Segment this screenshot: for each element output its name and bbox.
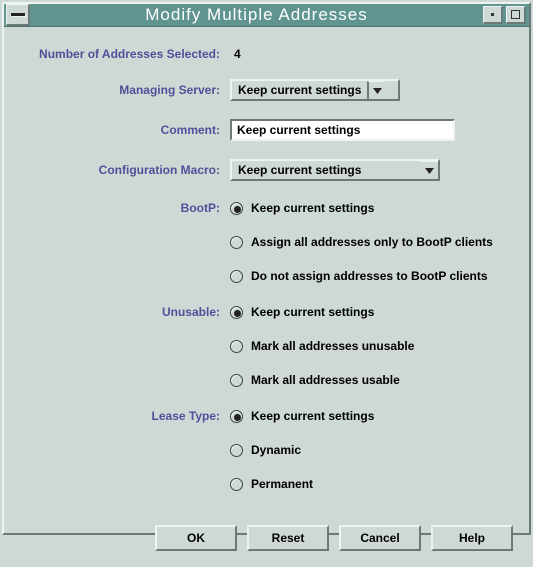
server-value: Keep current settings	[232, 83, 367, 97]
titlebar: Modify Multiple Addresses	[4, 4, 529, 27]
radio-icon	[230, 478, 243, 491]
radio-icon	[230, 236, 243, 249]
radio-label: Permanent	[251, 477, 313, 491]
radio-icon	[230, 374, 243, 387]
reset-button[interactable]: Reset	[247, 525, 329, 551]
dropdown-arrow-icon	[367, 81, 385, 99]
dropdown-arrow-icon	[420, 161, 438, 179]
unusable-option[interactable]: Keep current settings	[230, 303, 414, 321]
macro-label: Configuration Macro:	[16, 163, 230, 177]
unusable-option[interactable]: Mark all addresses unusable	[230, 337, 414, 355]
count-value: 4	[234, 47, 241, 61]
radio-label: Keep current settings	[251, 201, 374, 215]
radio-label: Keep current settings	[251, 409, 374, 423]
comment-label: Comment:	[16, 123, 230, 137]
ok-button[interactable]: OK	[155, 525, 237, 551]
macro-value: Keep current settings	[232, 163, 420, 177]
config-macro-dropdown[interactable]: Keep current settings	[230, 159, 440, 181]
maximize-button[interactable]	[506, 6, 526, 24]
macro-row: Configuration Macro: Keep current settin…	[16, 159, 517, 181]
bootp-option[interactable]: Assign all addresses only to BootP clien…	[230, 233, 493, 251]
comment-row: Comment:	[16, 119, 517, 141]
server-row: Managing Server: Keep current settings	[16, 79, 517, 101]
bootp-option[interactable]: Keep current settings	[230, 199, 493, 217]
lease-row: Lease Type: Keep current settings Dynamic…	[16, 407, 517, 507]
radio-label: Do not assign addresses to BootP clients	[251, 269, 488, 283]
unusable-radio-group: Keep current settings Mark all addresses …	[230, 303, 414, 403]
minimize-button[interactable]	[483, 6, 503, 24]
window-title: Modify Multiple Addresses	[30, 5, 483, 25]
lease-option[interactable]: Keep current settings	[230, 407, 374, 425]
radio-icon	[230, 444, 243, 457]
radio-icon	[230, 306, 243, 319]
help-button[interactable]: Help	[431, 525, 513, 551]
radio-label: Mark all addresses unusable	[251, 339, 414, 353]
form-body: Number of Addresses Selected: 4 Managing…	[4, 27, 529, 521]
lease-label: Lease Type:	[16, 407, 230, 423]
radio-label: Mark all addresses usable	[251, 373, 400, 387]
bootp-radio-group: Keep current settings Assign all addresse…	[230, 199, 493, 299]
unusable-label: Unusable:	[16, 303, 230, 319]
comment-input[interactable]	[230, 119, 455, 141]
count-label: Number of Addresses Selected:	[16, 47, 230, 61]
button-bar: OK Reset Cancel Help	[4, 521, 529, 567]
unusable-option[interactable]: Mark all addresses usable	[230, 371, 414, 389]
lease-radio-group: Keep current settings Dynamic Permanent	[230, 407, 374, 507]
unusable-row: Unusable: Keep current settings Mark all …	[16, 303, 517, 403]
radio-label: Dynamic	[251, 443, 301, 457]
dialog-window: Modify Multiple Addresses Number of Addr…	[2, 2, 531, 535]
server-label: Managing Server:	[16, 83, 230, 97]
radio-icon	[230, 202, 243, 215]
radio-icon	[230, 270, 243, 283]
radio-icon	[230, 410, 243, 423]
count-row: Number of Addresses Selected: 4	[16, 47, 517, 61]
radio-label: Assign all addresses only to BootP clien…	[251, 235, 493, 249]
lease-option[interactable]: Permanent	[230, 475, 374, 493]
managing-server-dropdown[interactable]: Keep current settings	[230, 79, 400, 101]
bootp-row: BootP: Keep current settings Assign all a…	[16, 199, 517, 299]
window-menu-button[interactable]	[6, 4, 30, 26]
radio-label: Keep current settings	[251, 305, 374, 319]
bootp-label: BootP:	[16, 199, 230, 215]
radio-icon	[230, 340, 243, 353]
cancel-button[interactable]: Cancel	[339, 525, 421, 551]
bootp-option[interactable]: Do not assign addresses to BootP clients	[230, 267, 493, 285]
lease-option[interactable]: Dynamic	[230, 441, 374, 459]
